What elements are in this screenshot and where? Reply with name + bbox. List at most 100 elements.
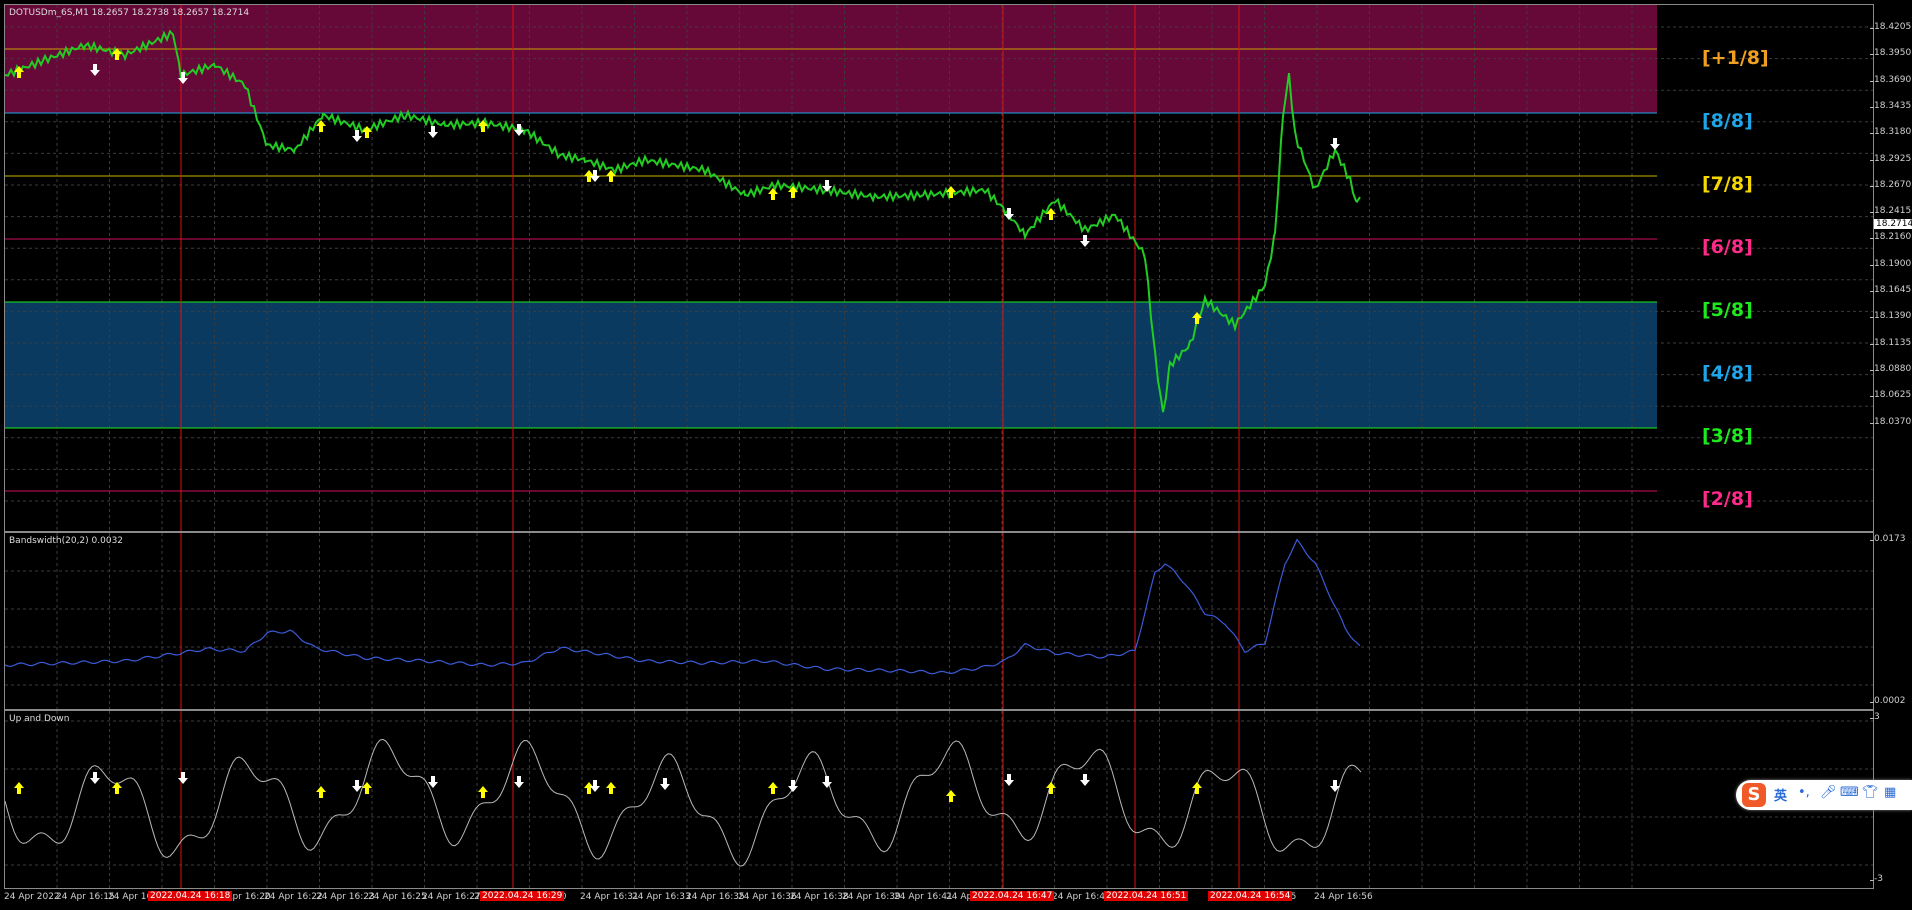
punct-icon[interactable]: •,	[1798, 785, 1810, 800]
murrey-label-8: [8/8]	[1702, 110, 1753, 132]
down-arrow-icon	[428, 776, 438, 788]
murrey-middle-zone	[5, 302, 1657, 428]
price-chart-canvas[interactable]	[5, 5, 1874, 532]
up-arrow-icon	[1192, 782, 1202, 794]
current-price-tag: 18.2714	[1874, 219, 1912, 229]
down-arrow-icon	[1004, 208, 1014, 220]
price-tick: 18.1645	[1869, 285, 1912, 295]
murrey-label-plus1: [+1/8]	[1702, 47, 1769, 69]
time-marker: 2022.04.24 16:47	[970, 891, 1055, 901]
murrey-label-7: [7/8]	[1702, 173, 1753, 195]
updown-header: Up and Down	[9, 714, 70, 724]
down-arrow-icon	[1330, 138, 1340, 150]
up-arrow-icon	[478, 786, 488, 798]
skin-icon[interactable]: 👕︎	[1862, 785, 1879, 800]
price-tick: 18.1900	[1869, 258, 1912, 269]
time-label: 24 Apr 16:56	[1314, 892, 1373, 902]
time-label: 24 Apr 16:38	[790, 892, 849, 902]
price-tick: 18.2415	[1869, 206, 1912, 217]
down-arrow-icon	[514, 124, 524, 136]
price-tick: 18.0880	[1869, 363, 1912, 374]
down-arrow-icon	[660, 778, 670, 790]
bandwidth-axis-bottom: 0.0002	[1870, 696, 1906, 706]
down-arrow-icon	[352, 780, 362, 792]
time-label: 24 Apr 16:27	[422, 892, 481, 902]
updown-axis-top: 3	[1870, 712, 1880, 722]
updown-line	[5, 738, 1362, 867]
price-tick: 18.2160	[1869, 232, 1912, 243]
price-tick: 18.3435	[1869, 100, 1912, 111]
down-arrow-icon	[90, 772, 100, 784]
up-arrow-icon	[768, 782, 778, 794]
murrey-label-3: [3/8]	[1702, 425, 1753, 447]
murrey-label-5: [5/8]	[1702, 299, 1753, 321]
price-tick: 18.2670	[1869, 179, 1912, 190]
down-arrow-icon	[1004, 774, 1014, 786]
price-tick: 18.1135	[1869, 337, 1912, 348]
language-toggle[interactable]: 英	[1774, 785, 1787, 804]
mic-icon[interactable]: 🎤︎	[1820, 785, 1837, 800]
symbol-header: DOTUSDm_6S,M1 18.2657 18.2738 18.2657 18…	[9, 8, 250, 18]
time-marker: 2022.04.24 16:51	[1104, 891, 1189, 901]
time-label: 24 Apr 16:15	[56, 892, 115, 902]
time-label: 24 Apr 16:23	[316, 892, 375, 902]
updown-axis-bottom: -3	[1870, 874, 1883, 884]
sogou-logo-icon[interactable]: S	[1742, 783, 1766, 807]
up-arrow-icon	[946, 790, 956, 802]
ime-toolbar[interactable]: S 英 •, 🎤︎ ⌨ 👕︎ ▦	[1736, 780, 1912, 810]
time-label: 24 Apr 2022	[4, 892, 60, 902]
down-arrow-icon	[1080, 235, 1090, 247]
up-arrow-icon	[362, 126, 372, 138]
price-tick: 18.0370	[1869, 416, 1912, 427]
murrey-label-4: [4/8]	[1702, 362, 1753, 384]
down-arrow-icon	[1080, 774, 1090, 786]
keyboard-icon[interactable]: ⌨	[1840, 785, 1859, 800]
bandwidth-axis[interactable]: 0.0173 0.0002	[1870, 532, 1912, 710]
time-label: 2	[474, 892, 480, 902]
apps-icon[interactable]: ▦	[1884, 785, 1896, 800]
up-arrow-icon	[14, 782, 24, 794]
price-tick: 18.2925	[1869, 153, 1912, 164]
updown-pane[interactable]: Up and Down	[4, 710, 1874, 889]
time-label: 24 Apr 16:48	[1052, 892, 1111, 902]
down-arrow-icon	[428, 126, 438, 138]
bandwidth-line	[5, 538, 1361, 675]
down-arrow-icon	[822, 776, 832, 788]
bandwidth-pane[interactable]: Bandswidth(20,2) 0.0032	[4, 532, 1874, 710]
down-arrow-icon	[590, 170, 600, 182]
up-arrow-icon	[768, 188, 778, 200]
up-arrow-icon	[112, 782, 122, 794]
updown-canvas	[5, 711, 1873, 888]
down-arrow-icon	[590, 780, 600, 792]
time-label: 24 Apr 16:22	[264, 892, 323, 902]
bandwidth-header: Bandswidth(20,2) 0.0032	[9, 536, 124, 546]
time-marker: 2022.04.24 16:54	[1208, 891, 1293, 901]
murrey-label-6: [6/8]	[1702, 236, 1753, 258]
time-axis[interactable]: 24 Apr 2022 24 Apr 16:15 24 Apr 16:1 24 Apr…	[4, 889, 1874, 907]
time-label: 24 Apr 16:39	[842, 892, 901, 902]
price-tick: 18.4205	[1869, 22, 1912, 32]
price-axis[interactable]: 18.4205 18.3950 18.3690 18.3435 18.3180 18.29…	[1869, 4, 1912, 532]
time-label: 24 Apr 16:35	[686, 892, 745, 902]
murrey-label-2: [2/8]	[1702, 488, 1753, 510]
price-tick: 18.3950	[1869, 48, 1912, 59]
price-tick: 18.1390	[1869, 311, 1912, 322]
down-arrow-icon	[352, 130, 362, 142]
time-label: 24 Apr 16:33	[632, 892, 691, 902]
price-tick: 18.0625	[1869, 390, 1912, 401]
bandwidth-canvas	[5, 533, 1873, 709]
time-marker: 2022.04.24 16:18	[148, 891, 233, 901]
up-arrow-icon	[316, 786, 326, 798]
time-label: 24 Apr 16:25	[368, 892, 427, 902]
price-tick: 18.3690	[1869, 74, 1912, 85]
price-tick: 18.3180	[1869, 127, 1912, 138]
down-arrow-icon	[822, 180, 832, 192]
time-label: 24 Apr 16:41	[894, 892, 953, 902]
down-arrow-icon	[514, 776, 524, 788]
up-arrow-icon	[946, 186, 956, 198]
time-label: 24 Apr 16:36	[738, 892, 797, 902]
time-label: 24 Apr 16:31	[580, 892, 639, 902]
price-chart-pane[interactable]: DOTUSDm_6S,M1 18.2657 18.2738 18.2657 18…	[4, 4, 1874, 532]
up-arrow-icon	[606, 782, 616, 794]
time-marker: 2022.04.24 16:29	[480, 891, 565, 901]
